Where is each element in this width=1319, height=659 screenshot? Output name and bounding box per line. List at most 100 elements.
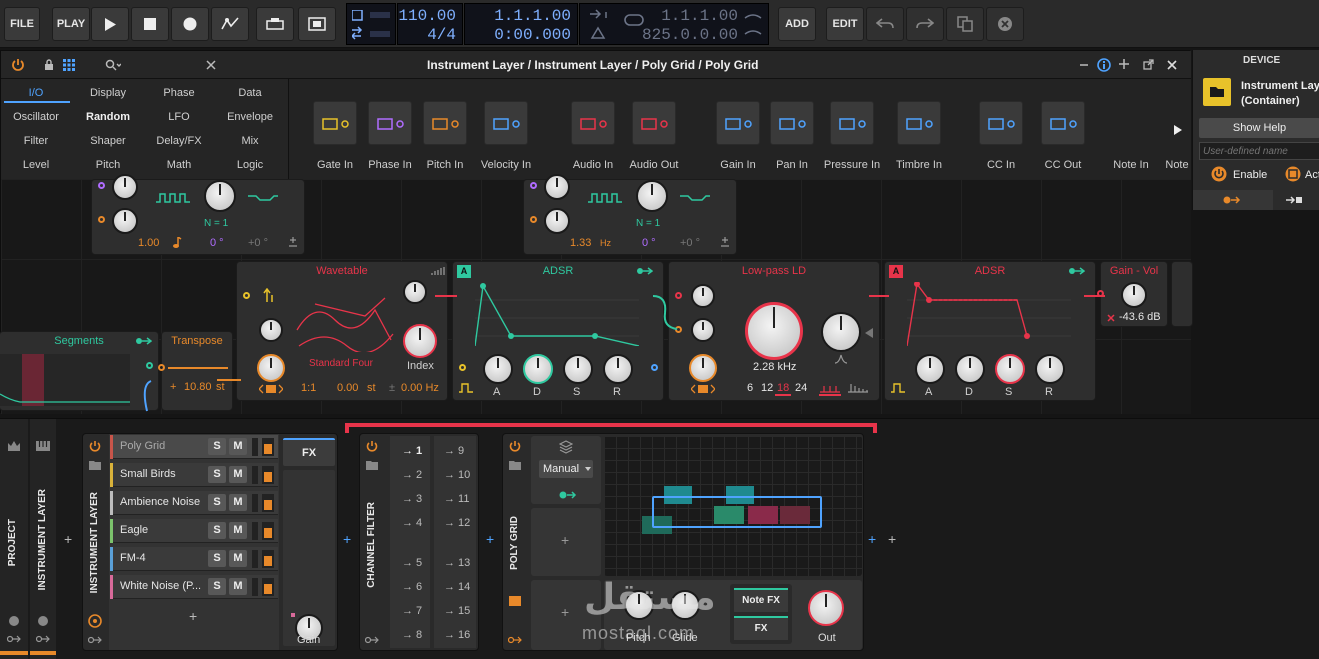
insert-device-plus[interactable]: +	[343, 531, 351, 547]
solo-button[interactable]: S	[208, 494, 226, 511]
modulators-tab[interactable]	[1193, 190, 1273, 210]
midi-channel-toggle[interactable]: → 1	[402, 445, 422, 457]
layer-name[interactable]: Eagle	[120, 524, 148, 536]
midi-channel-toggle[interactable]: → 6	[402, 581, 422, 593]
power-icon[interactable]	[509, 440, 521, 452]
layer-volume-fader[interactable]	[262, 466, 274, 484]
category-math[interactable]: Math	[144, 159, 214, 171]
tempo-value[interactable]: 110.00	[398, 7, 456, 25]
metronome-display[interactable]	[346, 3, 396, 45]
midi-channel-toggle[interactable]: → 16	[444, 629, 470, 641]
layer-row[interactable]: Ambience Noise S M	[110, 491, 278, 515]
position-display[interactable]: 1.1.1.00 0:00.000	[464, 3, 578, 45]
category-oscillator[interactable]: Oscillator	[1, 111, 71, 123]
midi-channel-toggle[interactable]: → 3	[402, 493, 422, 505]
fx-button[interactable]: FX	[283, 438, 335, 466]
pitch-knob[interactable]	[624, 590, 654, 620]
layer-row[interactable]: Eagle S M	[110, 519, 278, 543]
orange-folder-icon[interactable]	[509, 596, 521, 606]
time-signature[interactable]: 4/4	[427, 26, 456, 44]
note-tab[interactable]	[1273, 190, 1319, 210]
midi-channel-toggle[interactable]: → 5	[402, 557, 422, 569]
mute-button[interactable]: M	[229, 438, 247, 455]
minimize-icon[interactable]	[1079, 60, 1089, 70]
layer-row[interactable]: FM-4 S M	[110, 547, 278, 571]
enable-label[interactable]: Enable	[1233, 169, 1267, 181]
route-icon[interactable]	[365, 636, 379, 644]
layer-name[interactable]: Small Birds	[120, 468, 176, 480]
modulation-icon[interactable]	[88, 614, 102, 628]
folder-icon[interactable]	[89, 460, 101, 470]
loop-length[interactable]: 825.0.0.00	[642, 26, 738, 44]
io-slot-pan-in[interactable]	[770, 101, 814, 145]
loop-start[interactable]: 1.1.1.00	[661, 7, 738, 25]
record-button[interactable]	[171, 7, 209, 41]
midi-channel-toggle[interactable]: → 9	[444, 445, 464, 457]
mute-button[interactable]: M	[229, 466, 247, 483]
power-icon[interactable]	[366, 440, 378, 452]
category-display[interactable]: Display	[73, 87, 143, 99]
category-logic[interactable]: Logic	[215, 159, 285, 171]
io-slot-audio-out[interactable]	[632, 101, 676, 145]
category-phase[interactable]: Phase	[144, 87, 214, 99]
midi-channel-toggle[interactable]: → 14	[444, 581, 470, 593]
user-defined-name-input[interactable]	[1199, 142, 1319, 160]
route-icon[interactable]	[88, 636, 102, 644]
add-modulator-plus[interactable]: +	[561, 532, 569, 548]
clear-search-icon[interactable]	[206, 60, 216, 70]
stop-button[interactable]	[131, 7, 169, 41]
activate-label[interactable]: Act	[1305, 169, 1319, 181]
solo-button[interactable]: S	[208, 522, 226, 539]
midi-channel-toggle[interactable]: → 12	[444, 517, 470, 529]
enable-power-icon[interactable]	[1211, 166, 1227, 182]
power-icon[interactable]	[8, 615, 20, 627]
add-button[interactable]: ADD	[778, 7, 816, 41]
project-strip[interactable]: PROJECT	[0, 419, 28, 659]
grid-view-icon[interactable]	[63, 59, 75, 71]
layer-row[interactable]: White Noise (P... S M	[110, 575, 278, 599]
out-knob[interactable]	[808, 590, 844, 626]
midi-channel-toggle[interactable]: → 8	[402, 629, 422, 641]
position-time[interactable]: 0:00.000	[494, 26, 571, 44]
layer-volume-fader[interactable]	[262, 578, 274, 596]
mute-button[interactable]: M	[229, 550, 247, 567]
midi-channel-toggle[interactable]: → 11	[444, 493, 469, 505]
midi-channel-toggle[interactable]: → 4	[402, 517, 422, 529]
delete-button[interactable]	[986, 7, 1024, 41]
add-layer-plus[interactable]: +	[189, 608, 197, 624]
category-data[interactable]: Data	[215, 87, 285, 99]
io-slot-cc-out[interactable]	[1041, 101, 1085, 145]
io-slot-audio-in[interactable]	[571, 101, 615, 145]
insert-device-plus[interactable]: +	[868, 531, 876, 547]
play-button[interactable]	[91, 7, 129, 41]
layer-volume-fader[interactable]	[262, 494, 274, 512]
poly-grid-preview[interactable]	[604, 436, 862, 576]
mode-dropdown[interactable]: Manual	[539, 460, 593, 478]
position-bars[interactable]: 1.1.1.00	[494, 7, 571, 25]
copy-button[interactable]	[946, 7, 984, 41]
layer-name[interactable]: Ambience Noise	[120, 496, 200, 508]
io-slot-timbre-in[interactable]	[897, 101, 941, 145]
io-slot-gain-in[interactable]	[716, 101, 760, 145]
category-shaper[interactable]: Shaper	[73, 135, 143, 147]
mute-button[interactable]: M	[229, 522, 247, 539]
mod-slot-2[interactable]: +	[531, 580, 601, 650]
solo-button[interactable]: S	[208, 578, 226, 595]
mute-button[interactable]: M	[229, 578, 247, 595]
layer-row[interactable]: Poly Grid S M	[110, 435, 278, 459]
layer-volume-fader[interactable]	[262, 522, 274, 540]
category-pitch[interactable]: Pitch	[73, 159, 143, 171]
launcher-overdub-button[interactable]	[298, 7, 336, 41]
fx-button[interactable]: FX	[734, 616, 788, 640]
channel-filter-device[interactable]: CHANNEL FILTER	[359, 433, 479, 651]
solo-button[interactable]: S	[208, 438, 226, 455]
category-random[interactable]: Random	[73, 111, 143, 123]
power-icon[interactable]	[37, 615, 49, 627]
redo-button[interactable]	[906, 7, 944, 41]
route-icon[interactable]	[36, 635, 50, 643]
folder-icon[interactable]	[509, 460, 521, 470]
automation-write-button[interactable]	[211, 7, 249, 41]
solo-button[interactable]: S	[208, 550, 226, 567]
close-icon[interactable]	[1167, 60, 1177, 70]
io-slot-cc-in[interactable]	[979, 101, 1023, 145]
